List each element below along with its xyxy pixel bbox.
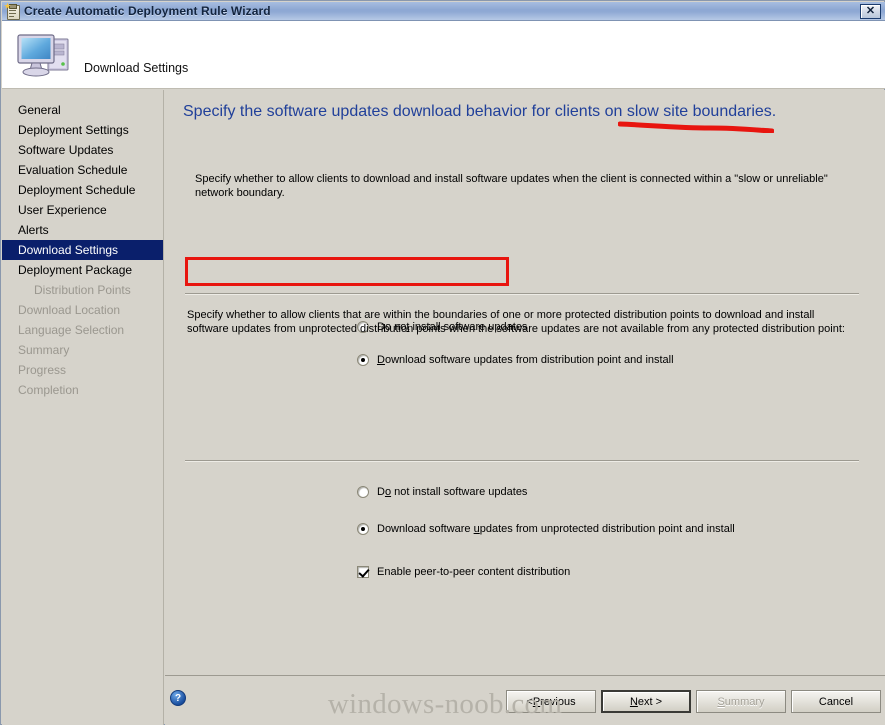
wizard-step-nav: General Deployment Settings Software Upd… — [2, 90, 164, 725]
next-button[interactable]: Next > — [601, 690, 691, 713]
wizard-window: Create Automatic Deployment Rule Wizard … — [0, 0, 885, 725]
radio-indicator[interactable] — [357, 523, 369, 535]
sidebar-item-deployment-package[interactable]: Deployment Package — [2, 260, 163, 280]
sidebar-item-distribution-points[interactable]: Distribution Points — [2, 280, 163, 300]
sidebar-item-alerts[interactable]: Alerts — [2, 220, 163, 240]
wizard-clipboard-icon — [4, 2, 20, 20]
close-icon[interactable]: ✕ — [860, 3, 881, 19]
summary-button: Summary — [696, 690, 786, 713]
radio-indicator[interactable] — [357, 354, 369, 366]
slow-boundary-description: Specify whether to allow clients to down… — [195, 173, 828, 199]
previous-button[interactable]: < Previous — [506, 690, 596, 713]
radio-label: Do not install software updates — [377, 486, 528, 498]
radio-label: Download software updates from distribut… — [377, 354, 674, 366]
sidebar-item-summary[interactable]: Summary — [2, 340, 163, 360]
unprotected-dp-description: Specify whether to allow clients that ar… — [187, 309, 845, 335]
sidebar-item-download-settings[interactable]: Download Settings — [2, 240, 163, 260]
sidebar-item-progress[interactable]: Progress — [2, 360, 163, 380]
sidebar-item-user-experience[interactable]: User Experience — [2, 200, 163, 220]
sidebar-item-download-location[interactable]: Download Location — [2, 300, 163, 320]
radio-unprotected-download-and-install[interactable]: Download software updates from unprotect… — [357, 523, 735, 535]
sidebar-item-language-selection[interactable]: Language Selection — [2, 320, 163, 340]
sidebar-item-completion[interactable]: Completion — [2, 380, 163, 400]
wizard-content: Specify the software updates download be… — [165, 90, 885, 675]
sidebar-item-deployment-settings[interactable]: Deployment Settings — [2, 120, 163, 140]
radio-label: Download software updates from unprotect… — [377, 523, 735, 535]
sidebar-item-deployment-schedule[interactable]: Deployment Schedule — [2, 180, 163, 200]
header-title: Download Settings — [84, 61, 189, 75]
help-icon[interactable]: ? — [170, 690, 186, 706]
title-bar: Create Automatic Deployment Rule Wizard … — [2, 2, 885, 21]
checkbox-peer-to-peer-content-distribution[interactable]: Enable peer-to-peer content distribution — [357, 566, 570, 578]
sidebar-item-evaluation-schedule[interactable]: Evaluation Schedule — [2, 160, 163, 180]
window-title: Create Automatic Deployment Rule Wizard — [24, 4, 271, 18]
radio-slow-download-from-dp[interactable]: Download software updates from distribut… — [357, 354, 674, 366]
sidebar-item-general[interactable]: General — [2, 100, 163, 120]
section-divider-2 — [185, 460, 859, 462]
section-divider-1 — [185, 293, 859, 295]
checkbox-label: Enable peer-to-peer content distribution — [377, 566, 571, 578]
sidebar-item-software-updates[interactable]: Software Updates — [2, 140, 163, 160]
computer-monitor-icon — [14, 27, 76, 83]
checkbox-indicator[interactable] — [357, 566, 369, 578]
page-title: Specify the software updates download be… — [183, 103, 777, 120]
wizard-header: Download Settings — [2, 21, 885, 89]
cancel-button[interactable]: Cancel — [791, 690, 881, 713]
radio-indicator[interactable] — [357, 486, 369, 498]
wizard-footer: ? < Previous Next > Summary Cancel — [165, 675, 885, 725]
radio-unprotected-do-not-install[interactable]: Do not install software updates — [357, 486, 527, 498]
